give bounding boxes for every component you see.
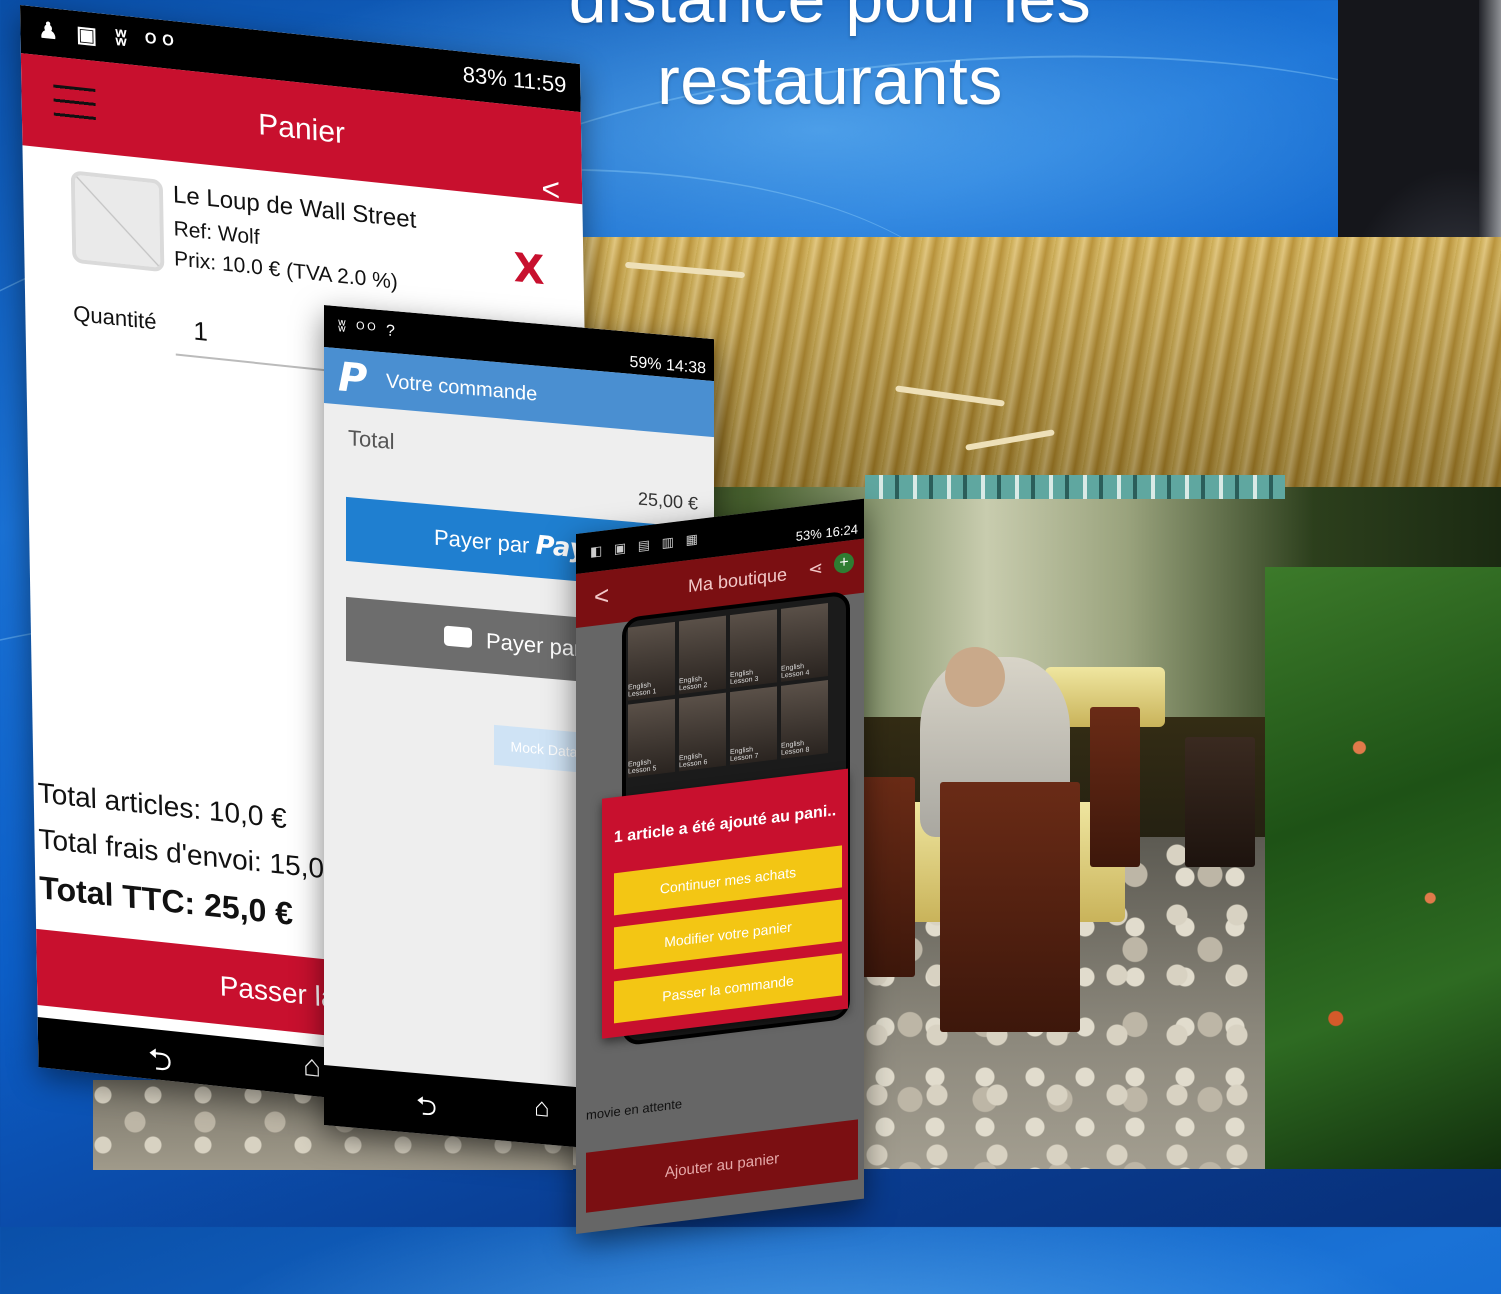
lesson-grid: English Lesson 1 English Lesson 2 Englis… [628,603,828,778]
back-button[interactable]: < [594,580,609,613]
chair [855,777,915,977]
total-ttc: Total TTC: 25,0 € [39,869,294,932]
page-title: Ma boutique [688,564,788,597]
back-button[interactable]: < [541,170,560,209]
chair [940,782,1080,1032]
chair [1185,737,1255,867]
add-icon[interactable]: + [834,551,854,575]
card-button-label: Payer par [486,628,582,662]
diner [945,647,1005,707]
paypal-logo-icon: P [338,354,368,403]
quantity-label: Quantité [73,300,157,335]
notification-icons: ◧ ▣ ▤ ▥ ▦ [590,530,702,560]
notification-icons: ʬ ᴼᴼ ? [338,318,398,341]
total-value: 25,00 € [637,488,698,514]
delete-item-button[interactable]: X [513,245,545,294]
battery-indicator: 83% [462,61,507,92]
nav-back-icon[interactable]: ⮌ [416,1087,437,1133]
notification-icons: ♟ ▣ ʬ ᴼᴼ [38,16,180,57]
product-price: Prix: 10.0 € (TVA 2.0 %) [173,247,398,294]
product-ref: Ref: Wolf [173,217,260,250]
camera-icon [444,625,472,648]
plants [1265,567,1501,1169]
lesson-tile: English Lesson 2 [679,615,726,695]
battery-indicator: 53% [795,525,822,545]
lesson-tile: English Lesson 1 [628,621,675,701]
paypal-button-prefix: Payer par [434,524,530,558]
lesson-tile: English Lesson 4 [781,603,828,682]
download-status: movie en attente [586,1095,683,1123]
total-label: Total [348,425,395,455]
product-thumbnail [70,170,165,273]
page-title: Votre commande [386,370,538,406]
add-to-cart-button[interactable]: Ajouter au panier [586,1119,858,1213]
dialog-title: 1 article a été ajouté au pani.. [613,802,837,847]
clock: 11:59 [512,66,567,98]
lesson-tile: English Lesson 3 [730,609,777,689]
added-to-cart-dialog: 1 article a été ajouté au pani.. Continu… [602,768,848,1039]
status-right: 83% 11:59 [463,62,567,99]
lesson-tile: English Lesson 5 [628,698,675,778]
lesson-tile: English Lesson 7 [730,686,777,766]
nav-home-icon[interactable]: ⌂ [534,1091,550,1123]
lesson-tile: English Lesson 6 [679,692,726,772]
wall-frieze [865,475,1285,499]
phone-boutique: ◧ ▣ ▤ ▥ ▦ 53% 16:24 < Ma boutique ⋖ + En… [576,498,864,1234]
nav-home-icon[interactable]: ⌂ [303,1049,322,1085]
clock: 16:24 [825,521,858,541]
chair [1090,707,1140,867]
clock: 14:38 [665,356,706,378]
share-icon[interactable]: ⋖ [808,558,823,581]
lesson-tile: English Lesson 8 [781,680,828,759]
slide-title-line1: distance pour les [450,0,1210,40]
battery-indicator: 59% [629,353,662,374]
